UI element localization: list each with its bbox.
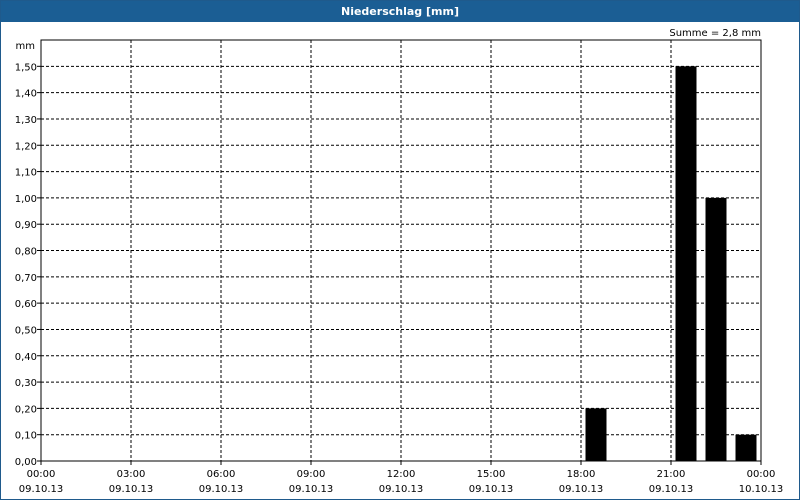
sum-annotation: Summe = 2,8 mm <box>669 28 761 39</box>
precipitation-bar <box>705 197 727 461</box>
x-tick-time-label: 00:00 <box>27 469 56 480</box>
x-axis-ticks: 00:00 09.10.13 03:00 09.10.13 06:00 09.10.13 0… <box>19 461 784 495</box>
x-tick-date-label: 09.10.13 <box>199 484 244 495</box>
y-tick-label: 0,90 <box>15 220 37 231</box>
y-tick-label: 0,50 <box>15 325 37 336</box>
x-tick-date-label: 09.10.13 <box>379 484 424 495</box>
x-tick-time-label: 15:00 <box>477 469 506 480</box>
y-tick-label: 0,10 <box>15 431 37 442</box>
y-tick-label: 1,20 <box>15 141 37 152</box>
y-tick-label: 1,30 <box>15 115 37 126</box>
precipitation-bar <box>585 408 607 461</box>
y-axis-ticks: 0,00 0,10 0,20 0,30 0,40 0,50 0,60 0,70 0,80 0,90… <box>15 62 41 468</box>
chart-window: Niederschlag [mm] mm Summe = 2,8 mm 0,00… <box>0 0 800 500</box>
y-tick-label: 0,40 <box>15 352 37 363</box>
precipitation-bar <box>675 66 697 461</box>
x-tick-time-label: 12:00 <box>387 469 416 480</box>
x-tick-date-label: 10.10.13 <box>739 484 784 495</box>
y-axis-unit-label: mm <box>16 41 35 52</box>
precipitation-bar <box>735 434 757 461</box>
y-tick-label: 0,70 <box>15 273 37 284</box>
x-tick-time-label: 09:00 <box>297 469 326 480</box>
y-tick-label: 0,20 <box>15 404 37 415</box>
y-tick-label: 1,40 <box>15 89 37 100</box>
x-tick-time-label: 18:00 <box>567 469 596 480</box>
x-tick-date-label: 09.10.13 <box>649 484 694 495</box>
x-tick-date-label: 09.10.13 <box>109 484 154 495</box>
x-tick-time-label: 06:00 <box>207 469 236 480</box>
y-tick-label: 1,50 <box>15 62 37 73</box>
x-tick-time-label: 03:00 <box>117 469 146 480</box>
x-tick-date-label: 09.10.13 <box>289 484 334 495</box>
y-tick-label: 1,00 <box>15 194 37 205</box>
x-tick-date-label: 09.10.13 <box>19 484 64 495</box>
y-tick-label: 0,60 <box>15 299 37 310</box>
y-tick-label: 0,30 <box>15 378 37 389</box>
y-tick-label: 0,80 <box>15 247 37 258</box>
y-tick-label: 1,10 <box>15 168 37 179</box>
x-tick-date-label: 09.10.13 <box>559 484 604 495</box>
x-tick-date-label: 09.10.13 <box>469 484 514 495</box>
precipitation-chart: mm Summe = 2,8 mm 0,000,100,200,300,400,… <box>15 28 784 495</box>
chart-title: Niederschlag [mm] <box>1 1 799 22</box>
y-tick-label: 0,00 <box>15 457 37 468</box>
grid-lines <box>41 40 761 461</box>
x-tick-time-label: 21:00 <box>657 469 686 480</box>
x-tick-time-label: 00:00 <box>747 469 776 480</box>
